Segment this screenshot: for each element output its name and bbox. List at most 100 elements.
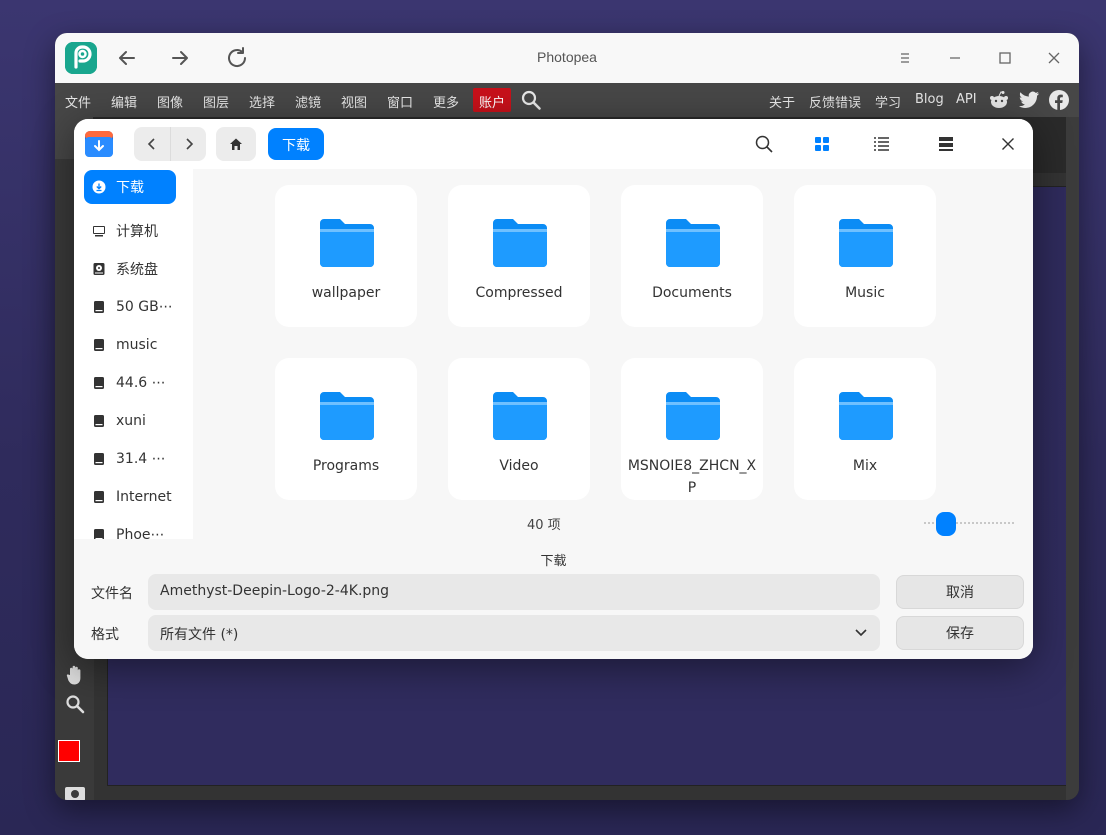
maximize-icon[interactable]	[995, 48, 1015, 68]
folder-item[interactable]: Music	[794, 185, 936, 327]
download-icon	[92, 180, 106, 194]
chevron-down-icon	[855, 629, 867, 637]
sidebar-item-label: Internet	[116, 489, 172, 505]
folder-name: MSNOIE8_ZHCN_XP	[627, 458, 757, 496]
save-button[interactable]: 保存	[896, 616, 1024, 650]
file-manager-logo	[84, 128, 114, 158]
menu-about[interactable]: 关于	[769, 92, 795, 111]
menu-learn[interactable]: 学习	[875, 92, 901, 111]
zoom-tool-icon[interactable]	[65, 694, 85, 714]
sidebar-item-label: music	[116, 337, 158, 353]
search-icon[interactable]	[520, 89, 542, 115]
menu-filter[interactable]: 滤镜	[295, 92, 321, 111]
sidebar: 下载 计算机 系统盘 50 GB⋯ music 44.6 ⋯ xuni 31.4…	[74, 169, 193, 539]
menu-view[interactable]: 视图	[341, 92, 367, 111]
menu-blog[interactable]: Blog	[915, 92, 944, 107]
twitter-icon[interactable]	[1018, 90, 1040, 114]
system-disk-icon	[93, 263, 105, 275]
format-select-value: 所有文件 (*)	[160, 627, 239, 643]
computer-icon	[93, 226, 105, 237]
sidebar-item-disk-50gb[interactable]: 50 GB⋯	[84, 290, 176, 324]
folder-item[interactable]: Mix	[794, 358, 936, 500]
detail-view-icon[interactable]	[936, 134, 956, 154]
title-bar: Photopea	[55, 33, 1079, 83]
right-panel	[1066, 117, 1079, 800]
sidebar-item-phoenix[interactable]: Phoe⋯	[84, 518, 176, 539]
folder-item[interactable]: Programs	[275, 358, 417, 500]
format-select[interactable]: 所有文件 (*)	[148, 615, 880, 651]
folder-item[interactable]: Compressed	[448, 185, 590, 327]
menu-report-bug[interactable]: 反馈错误	[809, 92, 861, 111]
sidebar-item-label: xuni	[116, 413, 146, 429]
window-title: Photopea	[537, 49, 597, 65]
file-grid: wallpaper Compressed Documents Music Pro…	[193, 169, 1033, 539]
hand-tool-icon[interactable]	[65, 664, 85, 685]
menu-layer[interactable]: 图层	[203, 92, 229, 111]
menu-edit[interactable]: 编辑	[111, 92, 137, 111]
menu-more[interactable]: 更多	[433, 92, 459, 111]
menu-image[interactable]: 图像	[157, 92, 183, 111]
sidebar-item-disk-44gb[interactable]: 44.6 ⋯	[84, 366, 176, 400]
sidebar-item-xuni[interactable]: xuni	[84, 404, 176, 438]
search-icon[interactable]	[754, 134, 774, 154]
filename-field[interactable]: Amethyst-Deepin-Logo-2-4K.png	[148, 574, 880, 610]
sidebar-item-label: Phoe⋯	[116, 527, 165, 539]
icon-size-slider-handle[interactable]	[936, 512, 956, 536]
facebook-icon[interactable]	[1049, 90, 1069, 114]
folder-name: Video	[499, 458, 539, 474]
nav-forward-button[interactable]	[170, 127, 206, 161]
list-view-icon[interactable]	[871, 134, 891, 154]
folder-name: Music	[845, 285, 885, 301]
current-directory: 下载	[540, 554, 567, 569]
quick-mask-icon[interactable]	[65, 787, 85, 800]
folder-item[interactable]: MSNOIE8_ZHCN_XP	[621, 358, 763, 500]
disk-icon	[94, 529, 104, 539]
folder-item[interactable]: Documents	[621, 185, 763, 327]
close-icon[interactable]	[1044, 48, 1064, 68]
folder-name: Documents	[652, 285, 732, 301]
nav-back-button[interactable]	[134, 127, 170, 161]
cancel-button[interactable]: 取消	[896, 575, 1024, 609]
home-icon	[230, 138, 242, 150]
disk-icon	[94, 415, 104, 427]
menu-file[interactable]: 文件	[65, 92, 91, 111]
folder-item[interactable]: wallpaper	[275, 185, 417, 327]
dialog-toolbar: 下载	[74, 119, 1033, 169]
menu-api[interactable]: API	[956, 92, 977, 107]
save-panel: 下载 文件名 Amethyst-Deepin-Logo-2-4K.png 取消 …	[74, 539, 1033, 659]
folder-icon	[666, 392, 720, 440]
sidebar-item-label: 下载	[116, 180, 144, 196]
sidebar-item-disk-31gb[interactable]: 31.4 ⋯	[84, 442, 176, 476]
home-button[interactable]	[216, 127, 256, 161]
reddit-icon[interactable]	[988, 90, 1010, 114]
disk-icon	[94, 453, 104, 465]
sidebar-item-computer[interactable]: 计算机	[84, 214, 176, 248]
account-button[interactable]: 账户	[473, 88, 512, 112]
folder-icon	[320, 392, 374, 440]
disk-icon	[94, 377, 104, 389]
folder-item[interactable]: Video	[448, 358, 590, 500]
sidebar-item-label: 系统盘	[116, 262, 158, 278]
close-icon[interactable]	[998, 134, 1018, 154]
item-count: 40 项	[527, 518, 561, 533]
sidebar-item-internet[interactable]: Internet	[84, 480, 176, 514]
chevron-right-icon	[185, 138, 193, 150]
menu-icon[interactable]	[895, 48, 915, 68]
disk-icon	[94, 339, 104, 351]
sidebar-item-music[interactable]: music	[84, 328, 176, 362]
menu-select[interactable]: 选择	[249, 92, 275, 111]
sidebar-item-label: 31.4 ⋯	[116, 451, 166, 467]
minimize-icon[interactable]	[945, 48, 965, 68]
icon-view-icon[interactable]	[812, 134, 832, 154]
sidebar-item-label: 计算机	[116, 224, 158, 240]
sidebar-item-downloads[interactable]: 下载	[84, 170, 176, 204]
breadcrumb-current[interactable]: 下载	[268, 128, 324, 160]
folder-icon	[839, 219, 893, 267]
menu-window[interactable]: 窗口	[387, 92, 413, 111]
foreground-color-swatch[interactable]	[58, 740, 80, 762]
folder-icon	[320, 219, 374, 267]
menu-bar: 文件 编辑 图像 图层 选择 滤镜 视图 窗口 更多 账户 关于 反馈错误 学习…	[55, 83, 1079, 117]
folder-name: Mix	[852, 458, 878, 474]
filename-label: 文件名	[91, 586, 133, 602]
sidebar-item-system-disk[interactable]: 系统盘	[84, 252, 176, 286]
